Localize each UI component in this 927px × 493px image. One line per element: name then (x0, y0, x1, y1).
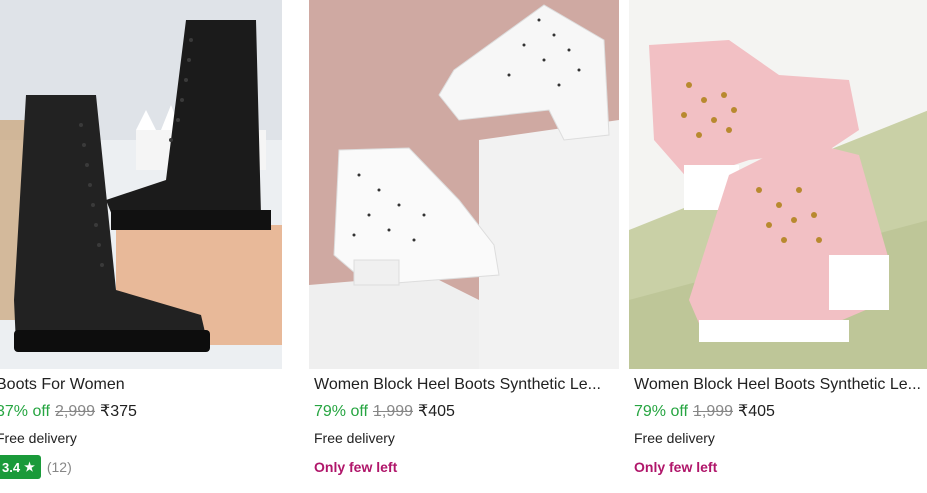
original-price: 2,999 (54, 403, 96, 420)
product-title[interactable]: Women Block Heel Boots Synthetic Le... (634, 376, 927, 394)
white-star-boots-image (309, 0, 619, 369)
selling-price: ₹405 (418, 403, 455, 420)
product-card[interactable]: Women Block Heel Boots Synthetic Le... 7… (629, 0, 927, 493)
pink-star-boots-image (629, 0, 927, 369)
delivery-label: Free delivery (634, 430, 715, 446)
rating-count: (12) (46, 459, 72, 475)
original-price: 1,999 (692, 403, 734, 420)
product-image[interactable] (309, 0, 619, 369)
product-title[interactable]: Women Block Heel Boots Synthetic Le... (314, 376, 624, 394)
stock-status: Only few left (634, 459, 718, 475)
original-price: 1,999 (372, 403, 414, 420)
selling-price: ₹405 (738, 403, 775, 420)
price-row: 79% off 1,999 ₹405 (634, 401, 775, 421)
product-card[interactable]: Women Block Heel Boots Synthetic Le... 7… (309, 0, 619, 493)
delivery-label: Free delivery (314, 430, 395, 446)
price-row: 79% off 1,999 ₹405 (314, 401, 455, 421)
product-image[interactable] (629, 0, 927, 369)
discount-label: 79% off (634, 403, 688, 420)
stock-status: Only few left (314, 459, 398, 475)
price-row: 37% off 2,999 ₹375 (0, 401, 137, 421)
discount-label: 79% off (314, 403, 368, 420)
product-card[interactable]: Boots For Women 37% off 2,999 ₹375 Free … (0, 0, 282, 493)
black-lace-up-boots-image (0, 0, 282, 369)
discount-label: 37% off (0, 403, 50, 420)
product-title[interactable]: Boots For Women (0, 376, 292, 394)
delivery-label: Free delivery (0, 430, 77, 446)
rating-row: 3.4 ★ (12) (0, 455, 72, 479)
selling-price: ₹375 (100, 403, 137, 420)
star-icon: ★ (24, 460, 35, 474)
product-image[interactable] (0, 0, 282, 369)
rating-value: 3.4 (2, 459, 21, 475)
rating-badge: 3.4 ★ (0, 455, 41, 479)
